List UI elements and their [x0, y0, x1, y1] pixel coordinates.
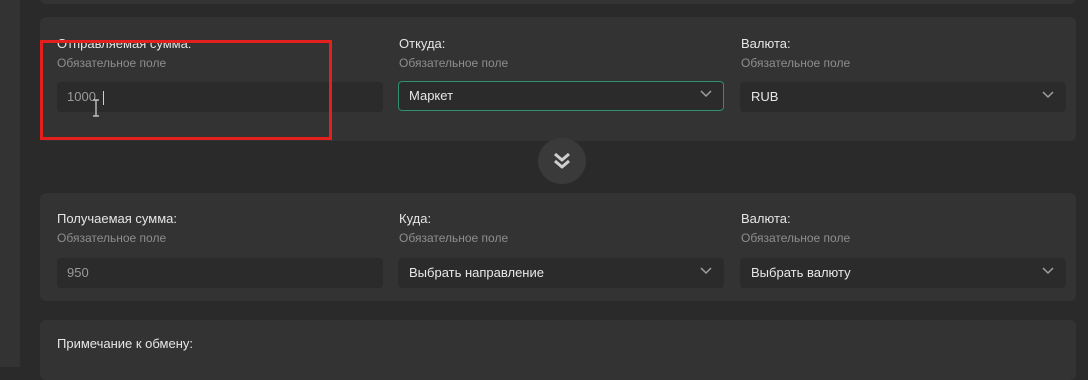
to-select[interactable]: Выбрать направление [398, 258, 724, 288]
receive-amount-hint: Обязательное поле [57, 231, 167, 245]
from-select[interactable]: Маркет [398, 81, 724, 111]
receive-currency-value: Выбрать валюту [751, 265, 851, 280]
send-amount-label: Отправляемая сумма: [57, 36, 192, 51]
to-label: Куда: [399, 211, 432, 226]
receive-amount-label: Получаемая сумма: [57, 211, 177, 226]
receive-amount-field: Получаемая сумма: Обязательное поле [57, 211, 177, 246]
send-currency-hint: Обязательное поле [741, 56, 851, 70]
to-field: Куда: Обязательное поле [399, 211, 508, 246]
to-hint: Обязательное поле [399, 231, 509, 245]
swap-button[interactable] [538, 138, 586, 184]
receive-currency-label: Валюта: [741, 211, 791, 226]
chevron-down-icon [700, 90, 712, 98]
double-chevron-down-icon [554, 152, 570, 169]
top-panel-edge [40, 0, 1076, 4]
to-select-value: Выбрать направление [409, 265, 544, 280]
receive-currency-hint: Обязательное поле [741, 231, 851, 245]
note-label: Примечание к обмену: [57, 336, 194, 351]
send-amount-input[interactable]: 1000 [57, 82, 383, 112]
receive-currency-select[interactable]: Выбрать валюту [740, 258, 1066, 288]
from-label: Откуда: [399, 36, 446, 51]
from-select-value: Маркет [409, 88, 454, 103]
send-panel [40, 17, 1076, 141]
send-currency-field: Валюта: Обязательное поле [741, 36, 850, 71]
note-panel [40, 320, 1076, 380]
chevron-down-icon [1042, 91, 1054, 99]
send-amount-field: Отправляемая сумма: Обязательное поле [57, 36, 191, 71]
receive-currency-field: Валюта: Обязательное поле [741, 211, 850, 246]
note-field: Примечание к обмену: [57, 336, 193, 352]
text-caret [103, 91, 104, 105]
send-currency-value: RUB [751, 89, 779, 104]
left-sidebar-edge [0, 0, 20, 367]
send-currency-select[interactable]: RUB [740, 82, 1066, 112]
from-field: Откуда: Обязательное поле [399, 36, 508, 71]
send-currency-label: Валюта: [741, 36, 791, 51]
receive-amount-input[interactable]: 950 [57, 258, 383, 288]
exchange-form: Отправляемая сумма: Обязательное поле 10… [0, 0, 1088, 380]
from-hint: Обязательное поле [399, 56, 509, 70]
chevron-down-icon [700, 267, 712, 275]
text-cursor-icon [93, 99, 99, 117]
send-amount-hint: Обязательное поле [57, 56, 167, 70]
chevron-down-icon [1042, 267, 1054, 275]
receive-amount-value: 950 [67, 265, 89, 280]
